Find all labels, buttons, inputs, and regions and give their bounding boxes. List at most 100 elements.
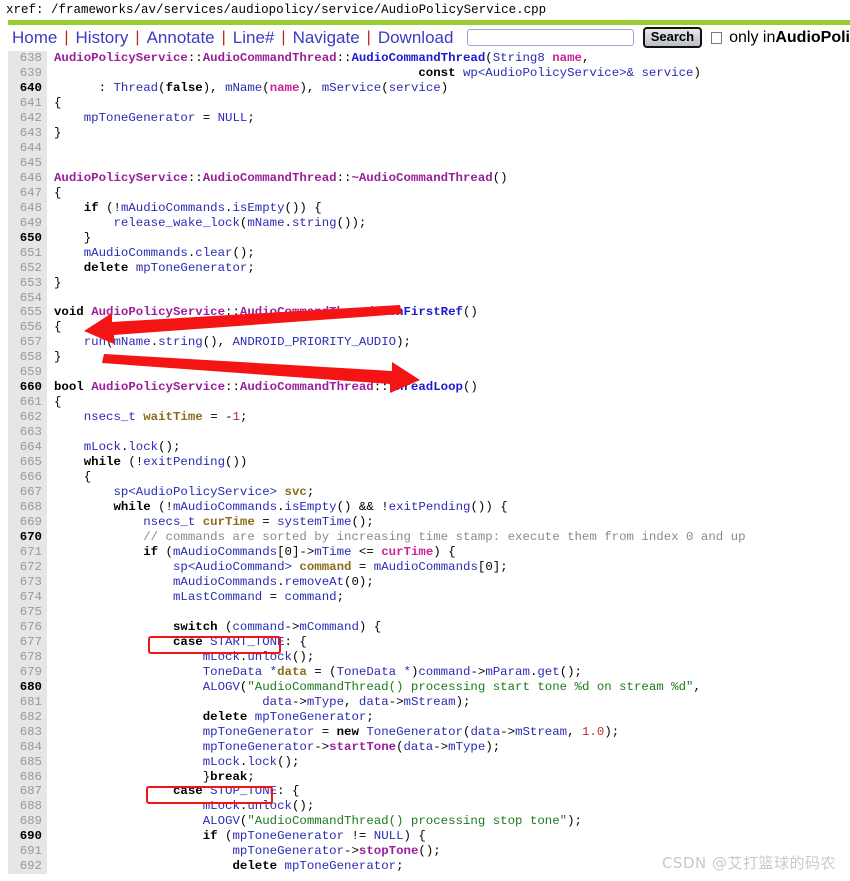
line-number[interactable]: 668	[8, 500, 42, 515]
code-line: AudioPolicyService::AudioCommandThread::…	[54, 51, 590, 65]
line-number[interactable]: 675	[8, 605, 42, 620]
code-line: if (mAudioCommands[0]->mTime <= curTime)…	[143, 544, 456, 559]
line-number[interactable]: 644	[8, 141, 42, 156]
code-line: while (!mAudioCommands.isEmpty() && !exi…	[113, 500, 508, 515]
code-line: data->mType, data->mStream);	[262, 694, 471, 709]
code-line: if (mpToneGenerator != NULL) {	[202, 829, 426, 844]
code-line: {	[54, 185, 62, 200]
line-number[interactable]: 671	[8, 545, 42, 560]
line-number[interactable]: 646	[8, 171, 42, 186]
line-number[interactable]: 678	[8, 650, 42, 665]
navigation-menubar: Home | History | Annotate | Line# | Navi…	[0, 25, 850, 51]
line-number[interactable]: 640	[8, 81, 42, 96]
line-number[interactable]: 674	[8, 590, 42, 605]
line-number[interactable]: 688	[8, 799, 42, 814]
line-number[interactable]: 638	[8, 51, 42, 66]
menu-link-download[interactable]: Download	[372, 28, 460, 48]
code-line: delete mpToneGenerator;	[232, 859, 404, 874]
line-number[interactable]: 692	[8, 859, 42, 874]
code-line: run(mName.string(), ANDROID_PRIORITY_AUD…	[83, 335, 411, 350]
line-number[interactable]: 691	[8, 844, 42, 859]
line-number[interactable]: 655	[8, 305, 42, 320]
line-number[interactable]: 679	[8, 665, 42, 680]
line-number[interactable]: 660	[8, 380, 42, 395]
code-line: }	[54, 125, 62, 140]
line-number[interactable]: 677	[8, 635, 42, 650]
line-number[interactable]: 647	[8, 186, 42, 201]
menu-link-navigate[interactable]: Navigate	[287, 28, 366, 48]
code-line: ALOGV("AudioCommandThread() processing s…	[202, 679, 701, 694]
code-line: delete mpToneGenerator;	[202, 709, 374, 724]
line-number[interactable]: 687	[8, 784, 42, 799]
menu-link-home[interactable]: Home	[12, 28, 63, 48]
line-number-gutter[interactable]: 638 639 640 641 642 643 644 645 646 647 648 649 650 6…	[8, 51, 47, 875]
line-number[interactable]: 659	[8, 365, 42, 380]
code-line: case START_TONE: {	[172, 634, 307, 649]
line-number[interactable]: 663	[8, 425, 42, 440]
line-number[interactable]: 653	[8, 276, 42, 291]
code-line: release_wake_lock(mName.string());	[113, 215, 367, 230]
line-number[interactable]: 639	[8, 66, 42, 81]
code-line: }break;	[202, 769, 255, 784]
line-number[interactable]: 656	[8, 320, 42, 335]
code-line: mpToneGenerator = new ToneGenerator(data…	[202, 724, 620, 739]
menu-link-line-number[interactable]: Line#	[227, 28, 281, 48]
line-number[interactable]: 685	[8, 755, 42, 770]
line-number[interactable]: 650	[8, 231, 42, 246]
line-number[interactable]: 667	[8, 485, 42, 500]
only-in-file-checkbox[interactable]	[711, 31, 723, 44]
xref-path[interactable]: /frameworks/av/services/audiopolicy/serv…	[51, 3, 546, 17]
menu-link-annotate[interactable]: Annotate	[141, 28, 221, 48]
line-number[interactable]: 673	[8, 575, 42, 590]
line-number[interactable]: 680	[8, 680, 42, 695]
menu-link-history[interactable]: History	[70, 28, 135, 48]
line-number[interactable]: 645	[8, 156, 42, 171]
line-number[interactable]: 686	[8, 770, 42, 785]
line-number[interactable]: 670	[8, 530, 42, 545]
search-button[interactable]: Search	[642, 26, 703, 49]
line-number[interactable]: 676	[8, 620, 42, 635]
line-number[interactable]: 684	[8, 740, 42, 755]
search-input[interactable]	[467, 29, 634, 46]
code-line: ALOGV("AudioCommandThread() processing s…	[202, 814, 582, 829]
line-number[interactable]: 683	[8, 725, 42, 740]
code-line: mpToneGenerator->startTone(data->mType);	[202, 739, 501, 754]
line-number[interactable]: 641	[8, 96, 42, 111]
code-line: {	[54, 95, 62, 110]
line-number[interactable]: 664	[8, 440, 42, 455]
code-line: AudioPolicyService::AudioCommandThread::…	[54, 170, 508, 185]
code-line: case STOP_TONE: {	[172, 784, 300, 799]
code-column[interactable]: AudioPolicyService::AudioCommandThread::…	[47, 51, 746, 874]
line-number[interactable]: 690	[8, 829, 42, 844]
line-number[interactable]: 649	[8, 216, 42, 231]
line-number[interactable]: 682	[8, 710, 42, 725]
line-number[interactable]: 669	[8, 515, 42, 530]
source-code-viewer[interactable]: 638 639 640 641 642 643 644 645 646 647 648 649 650 6…	[8, 51, 850, 881]
line-number[interactable]: 662	[8, 410, 42, 425]
code-line: ToneData *data = (ToneData *)command->mP…	[202, 664, 582, 679]
code-line: }	[54, 275, 62, 290]
code-line: sp<AudioPolicyService> svc;	[113, 485, 315, 500]
line-number[interactable]: 648	[8, 201, 42, 216]
line-number[interactable]: 643	[8, 126, 42, 141]
line-number[interactable]: 672	[8, 560, 42, 575]
line-number[interactable]: 689	[8, 814, 42, 829]
line-number[interactable]: 658	[8, 350, 42, 365]
line-number[interactable]: 642	[8, 111, 42, 126]
line-number[interactable]: 657	[8, 335, 42, 350]
code-line: const wp<AudioPolicyService>& service)	[418, 65, 701, 80]
code-line: // commands are sorted by increasing tim…	[143, 530, 746, 544]
line-number[interactable]: 651	[8, 246, 42, 261]
line-number[interactable]: 665	[8, 455, 42, 470]
code-line: delete mpToneGenerator;	[83, 260, 255, 275]
line-number[interactable]: 661	[8, 395, 42, 410]
code-line: mAudioCommands.clear();	[83, 245, 255, 260]
line-number[interactable]: 666	[8, 470, 42, 485]
line-number[interactable]: 652	[8, 261, 42, 276]
line-number[interactable]: 654	[8, 291, 42, 306]
line-number[interactable]: 681	[8, 695, 42, 710]
code-line: nsecs_t curTime = systemTime();	[143, 515, 374, 530]
code-line: mLastCommand = command;	[172, 589, 345, 604]
